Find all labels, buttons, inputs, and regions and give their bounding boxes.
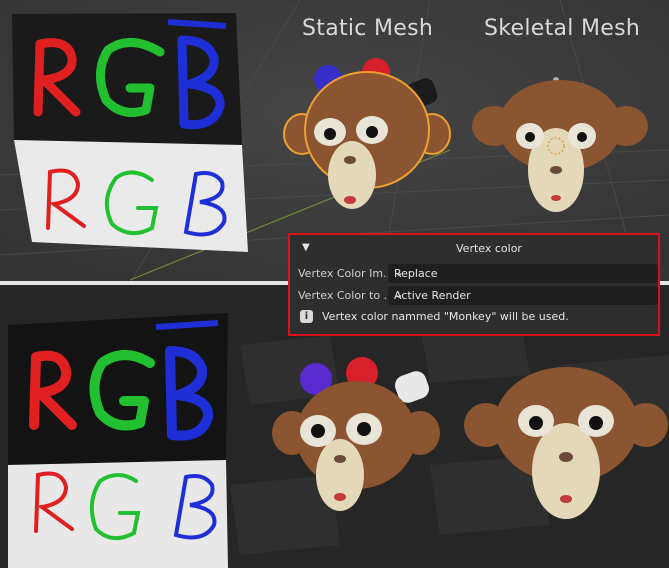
- vertex-color-panel: ▼ Vertex color Vertex Color Im... Replac…: [288, 233, 660, 336]
- info-message: i Vertex color nammed "Monkey" will be u…: [298, 309, 656, 327]
- vertex-color-to-dropdown[interactable]: Active Render ⌄: [388, 286, 658, 305]
- static-mesh-caption: Static Mesh: [302, 16, 434, 41]
- info-icon: i: [300, 310, 313, 323]
- panel-header[interactable]: ▼ Vertex color: [290, 235, 658, 261]
- panel-title: Vertex color: [456, 242, 522, 255]
- vertex-color-to-row: Vertex Color to ... Active Render ⌄: [298, 286, 658, 306]
- vertex-color-import-label: Vertex Color Im...: [298, 267, 388, 280]
- chevron-down-icon: ⌄: [394, 265, 405, 279]
- vertex-color-import-row: Vertex Color Im... Replace ⌄: [298, 264, 658, 284]
- info-text: Vertex color nammed "Monkey" will be use…: [322, 310, 569, 323]
- vertex-color-to-label: Vertex Color to ...: [298, 289, 388, 302]
- skeletal-mesh-caption: Skeletal Mesh: [484, 16, 641, 41]
- chevron-down-icon: ⌄: [394, 287, 405, 301]
- vertex-color-import-dropdown[interactable]: Replace ⌄: [388, 264, 658, 283]
- rgb-plane-top[interactable]: [12, 13, 248, 252]
- rgb-plane-bottom[interactable]: [8, 313, 228, 568]
